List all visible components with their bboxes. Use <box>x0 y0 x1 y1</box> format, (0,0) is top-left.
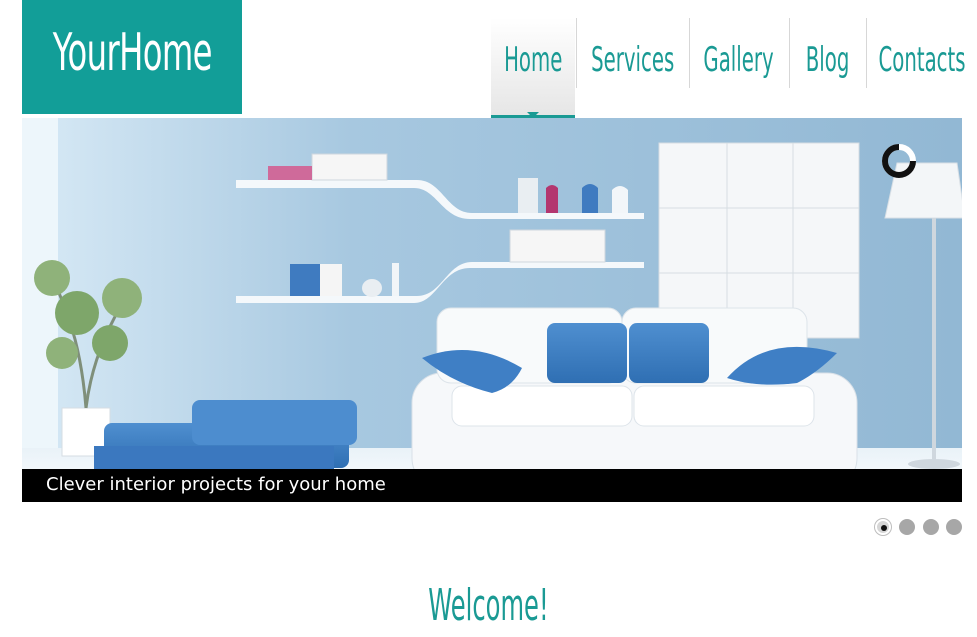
hero-slider[interactable]: Clever interior projects for your home <box>22 118 962 502</box>
nav-label: Home <box>503 40 563 80</box>
welcome-heading: Welcome! <box>428 580 549 631</box>
slide-dot-1[interactable] <box>875 519 891 535</box>
slide-caption-text: Clever interior projects for your home <box>46 474 386 495</box>
logo-text: YourHome <box>52 23 212 83</box>
nav-blog[interactable]: Blog <box>790 18 866 118</box>
nav-label: Services <box>590 40 675 80</box>
slide-caption: Clever interior projects for your home <box>22 469 962 502</box>
nav-label: Gallery <box>703 40 775 80</box>
main-nav: Home Services Gallery Blog Contacts <box>490 0 977 118</box>
logo[interactable]: YourHome <box>22 0 242 114</box>
nav-label: Blog <box>806 40 850 80</box>
slide-dot-4[interactable] <box>946 519 962 535</box>
nav-home[interactable]: Home <box>491 18 575 118</box>
slide-dot-2[interactable] <box>899 519 915 535</box>
nav-label: Contacts <box>878 40 966 80</box>
nav-gallery[interactable]: Gallery <box>690 18 788 118</box>
slide-dot-3[interactable] <box>923 519 939 535</box>
slide-image <box>22 118 962 502</box>
nav-services[interactable]: Services <box>577 18 688 118</box>
welcome-section: Welcome! <box>0 580 977 631</box>
nav-contacts[interactable]: Contacts <box>867 18 977 118</box>
loading-spinner-icon <box>882 144 916 178</box>
